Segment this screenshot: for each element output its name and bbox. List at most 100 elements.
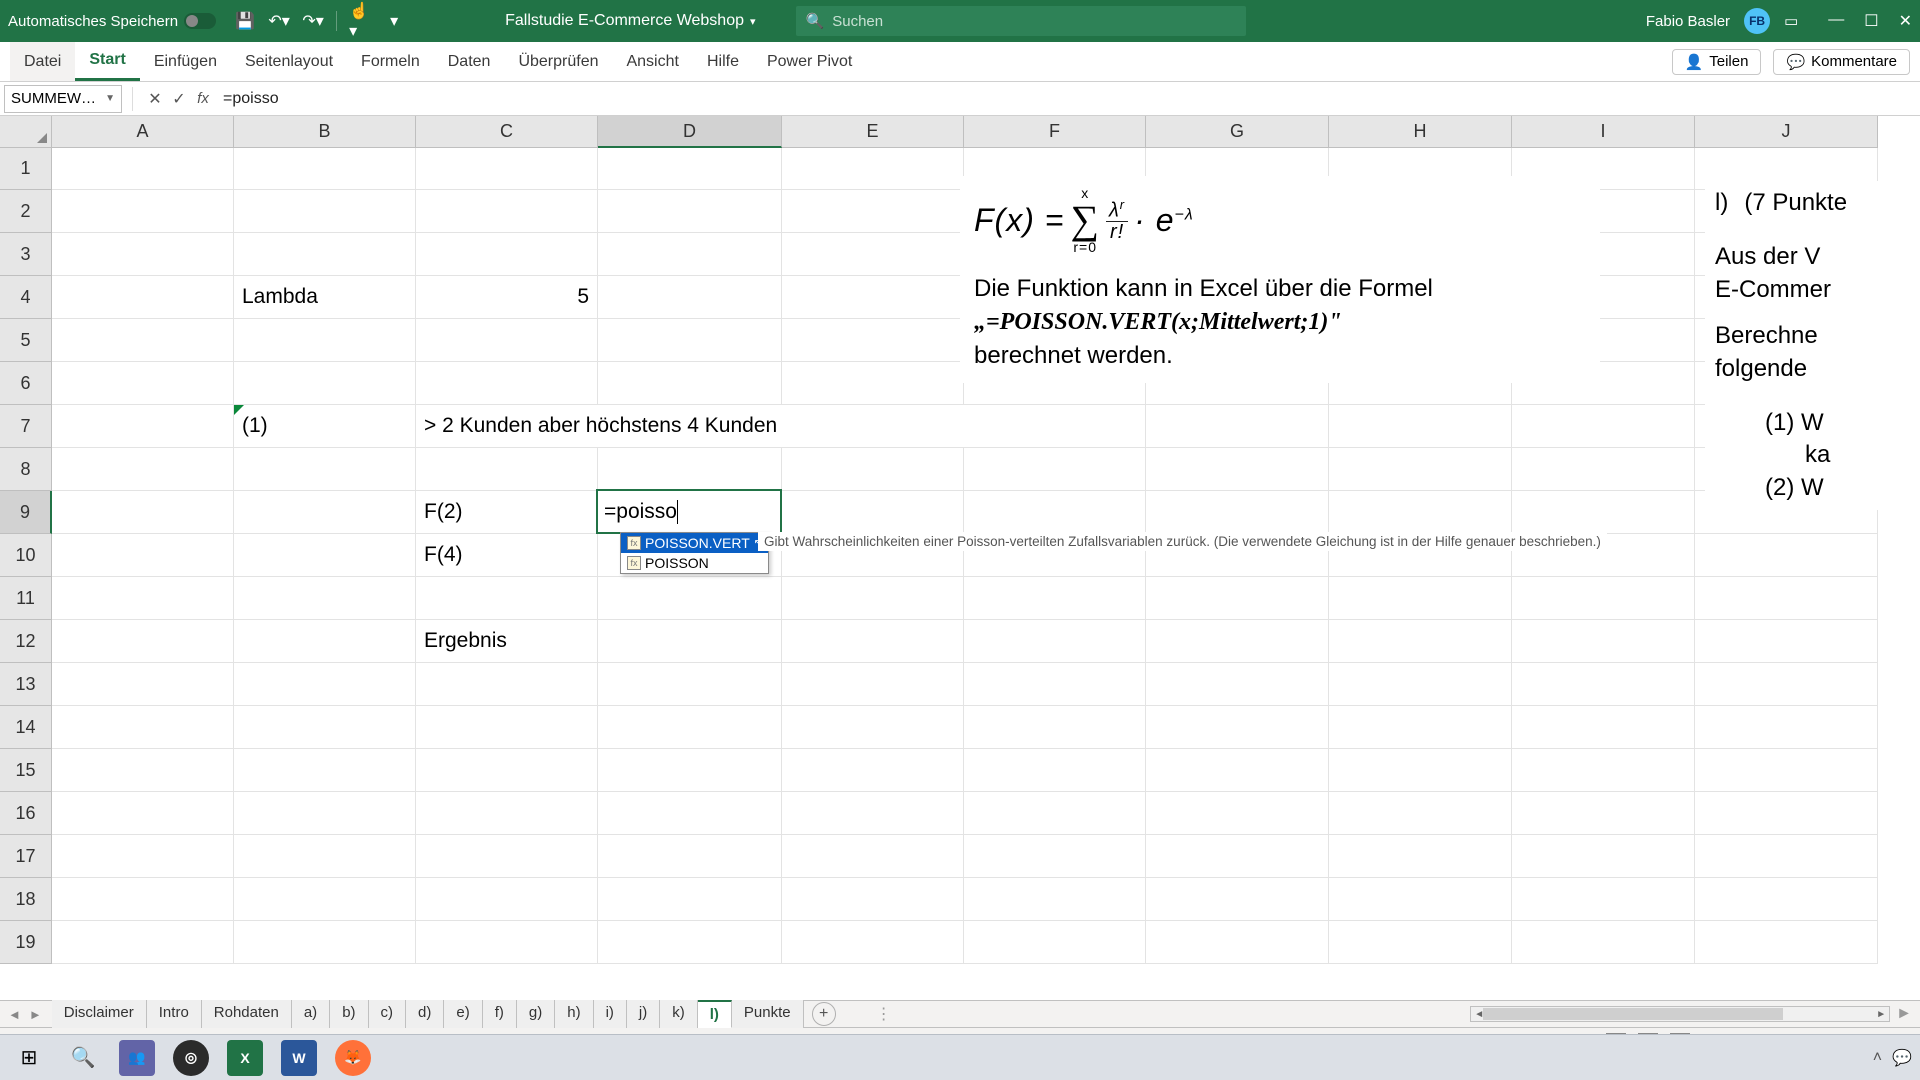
sheet-tab[interactable]: a) <box>292 1000 330 1028</box>
active-cell-edit[interactable]: =poisso <box>596 489 782 534</box>
grid-cell[interactable] <box>964 491 1146 534</box>
grid-cell[interactable] <box>234 448 416 491</box>
grid-cell[interactable] <box>1695 577 1878 620</box>
cancel-formula-icon[interactable]: ✕ <box>143 87 167 111</box>
confirm-formula-icon[interactable]: ✓ <box>167 87 191 111</box>
row-header[interactable]: 3 <box>0 233 52 276</box>
grid-cell[interactable] <box>52 792 234 835</box>
grid-cell[interactable] <box>782 362 964 405</box>
grid-cell[interactable] <box>52 233 234 276</box>
teams-icon[interactable]: 👥 <box>116 1039 158 1077</box>
sheet-tab[interactable]: l) <box>698 1000 732 1028</box>
grid-cell[interactable] <box>1329 448 1512 491</box>
chevron-down-icon[interactable]: ▼ <box>105 93 115 104</box>
column-header[interactable]: E <box>782 116 964 148</box>
grid-cell[interactable] <box>1329 835 1512 878</box>
grid-cell[interactable] <box>234 921 416 964</box>
row-header[interactable]: 18 <box>0 878 52 921</box>
grid-cell[interactable] <box>1695 706 1878 749</box>
grid-cell[interactable] <box>598 448 782 491</box>
row-header[interactable]: 19 <box>0 921 52 964</box>
sheet-tab[interactable]: f) <box>483 1000 517 1028</box>
sheet-tab[interactable]: e) <box>444 1000 482 1028</box>
grid-cell[interactable] <box>1146 921 1329 964</box>
grid-cell[interactable] <box>1512 706 1695 749</box>
sheet-tab[interactable]: Punkte <box>732 1000 804 1028</box>
grid-cell[interactable] <box>52 491 234 534</box>
row-header[interactable]: 12 <box>0 620 52 663</box>
grid-cell[interactable] <box>782 448 964 491</box>
grid-cell[interactable] <box>1512 921 1695 964</box>
grid-cell[interactable] <box>1329 792 1512 835</box>
row-header[interactable]: 4 <box>0 276 52 319</box>
grid-cell[interactable] <box>1512 835 1695 878</box>
grid-cell[interactable] <box>1695 663 1878 706</box>
grid-cell[interactable] <box>598 577 782 620</box>
grid-cell[interactable] <box>782 620 964 663</box>
ribbon-tab-hilfe[interactable]: Hilfe <box>693 42 753 81</box>
grid-cell[interactable] <box>1146 878 1329 921</box>
row-header[interactable]: 9 <box>0 491 52 534</box>
column-header[interactable]: I <box>1512 116 1695 148</box>
row-header[interactable]: 13 <box>0 663 52 706</box>
grid-cell[interactable] <box>598 706 782 749</box>
grid-cell[interactable] <box>1146 577 1329 620</box>
grid-cell[interactable] <box>52 835 234 878</box>
grid-cell[interactable] <box>964 620 1146 663</box>
grid-cell[interactable] <box>1512 448 1695 491</box>
grid-cell[interactable] <box>416 792 598 835</box>
spreadsheet-grid[interactable]: ABCDEFGHIJ 12345678910111213141516171819… <box>0 116 1920 1000</box>
grid-cell[interactable] <box>1146 663 1329 706</box>
grid-cell[interactable] <box>1512 878 1695 921</box>
grid-cell[interactable] <box>598 148 782 190</box>
add-sheet-button[interactable]: + <box>812 1002 836 1026</box>
row-header[interactable]: 17 <box>0 835 52 878</box>
grid-cell[interactable] <box>52 878 234 921</box>
grid-cell[interactable] <box>598 792 782 835</box>
grid-cell[interactable] <box>52 362 234 405</box>
grid-cell[interactable] <box>52 405 234 448</box>
grid-cell[interactable] <box>52 620 234 663</box>
grid-cell[interactable] <box>234 491 416 534</box>
row-header[interactable]: 2 <box>0 190 52 233</box>
grid-cell[interactable] <box>1329 663 1512 706</box>
word-app-icon[interactable]: W <box>278 1039 320 1077</box>
name-box[interactable]: SUMMEW… ▼ <box>4 85 122 113</box>
grid-cell[interactable] <box>234 749 416 792</box>
grid-cell[interactable] <box>1146 706 1329 749</box>
ribbon-tab-start[interactable]: Start <box>75 42 139 81</box>
grid-cell[interactable] <box>782 190 964 233</box>
grid-cell[interactable] <box>1329 921 1512 964</box>
sheet-tab[interactable]: h) <box>555 1000 593 1028</box>
grid-cell[interactable] <box>234 878 416 921</box>
column-header[interactable]: H <box>1329 116 1512 148</box>
autocomplete-item[interactable]: fxPOISSON <box>621 553 768 573</box>
grid-cell[interactable] <box>964 749 1146 792</box>
user-name[interactable]: Fabio Basler <box>1646 13 1730 30</box>
grid-cell[interactable] <box>52 749 234 792</box>
grid-cell[interactable] <box>52 276 234 319</box>
excel-app-icon[interactable]: X <box>224 1039 266 1077</box>
grid-cell[interactable] <box>782 148 964 190</box>
grid-cell[interactable] <box>1329 577 1512 620</box>
grid-cell[interactable] <box>598 620 782 663</box>
grid-cell[interactable] <box>234 620 416 663</box>
grid-cell[interactable] <box>1146 405 1329 448</box>
grid-cell[interactable] <box>1146 835 1329 878</box>
grid-cell[interactable] <box>52 663 234 706</box>
search-taskbar-icon[interactable]: 🔍 <box>62 1039 104 1077</box>
grid-cell[interactable] <box>598 362 782 405</box>
grid-cell[interactable] <box>964 921 1146 964</box>
ribbon-tab-formeln[interactable]: Formeln <box>347 42 434 81</box>
grid-cell[interactable] <box>1695 878 1878 921</box>
grid-cell[interactable] <box>416 577 598 620</box>
row-header[interactable]: 15 <box>0 749 52 792</box>
cell-C10[interactable]: F(4) <box>416 534 598 577</box>
grid-cell[interactable] <box>964 792 1146 835</box>
grid-cell[interactable] <box>1146 448 1329 491</box>
formula-input[interactable]: =poisso <box>215 90 1920 108</box>
grid-cell[interactable] <box>598 663 782 706</box>
grid-cell[interactable] <box>782 792 964 835</box>
grid-cell[interactable] <box>1695 921 1878 964</box>
grid-cell[interactable] <box>782 577 964 620</box>
